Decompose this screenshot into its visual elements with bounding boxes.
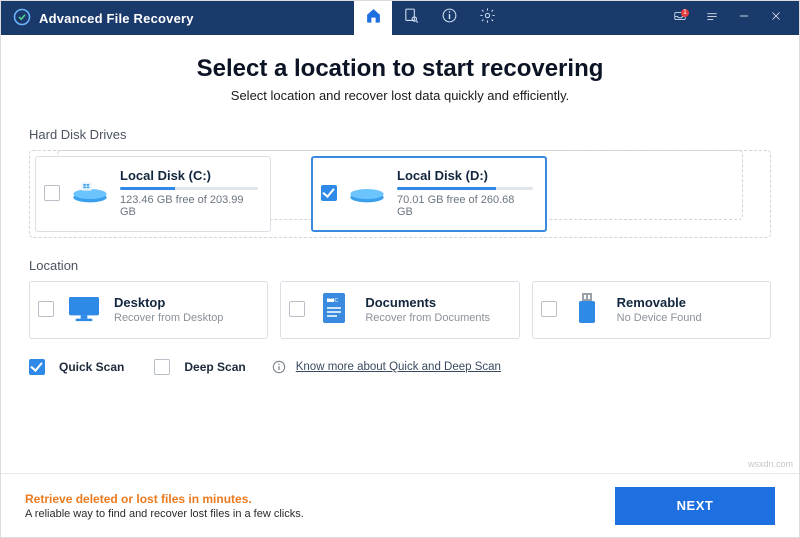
drive-checkbox-c[interactable] [44, 185, 60, 201]
location-card-desktop[interactable]: Desktop Recover from Desktop [29, 281, 268, 339]
gear-icon [479, 7, 496, 29]
location-card-removable[interactable]: Removable No Device Found [532, 281, 771, 339]
location-checkbox-documents[interactable] [289, 301, 305, 317]
tab-home[interactable] [354, 1, 392, 35]
location-checkbox-removable[interactable] [541, 301, 557, 317]
quick-scan-label: Quick Scan [59, 360, 124, 374]
hdd-icon [70, 179, 110, 207]
deep-scan-checkbox[interactable] [154, 359, 170, 375]
section-label-drives: Hard Disk Drives [29, 127, 771, 142]
footer-bar: Retrieve deleted or lost files in minute… [1, 473, 799, 537]
info-icon [441, 7, 458, 29]
promo-subtitle: A reliable way to find and recover lost … [25, 508, 304, 520]
notifications-button[interactable]: 1 [667, 1, 693, 35]
desktop-icon [64, 292, 104, 326]
app-logo-icon [13, 8, 31, 29]
deep-scan-label: Deep Scan [184, 360, 245, 374]
tab-about[interactable] [430, 1, 468, 35]
close-button[interactable] [763, 1, 789, 35]
location-sub: No Device Found [617, 312, 702, 324]
drive-name: Local Disk (D:) [397, 168, 533, 183]
promo-block: Retrieve deleted or lost files in minute… [25, 492, 304, 520]
drive-card-c[interactable]: Local Disk (C:) 123.46 GB free of 203.99… [35, 156, 271, 232]
drive-freespace: 123.46 GB free of 203.99 GB [120, 194, 258, 218]
tab-settings[interactable] [468, 1, 506, 35]
close-icon [769, 9, 783, 28]
hdd-icon [347, 179, 387, 207]
scan-options-row: Quick Scan Deep Scan Know more about Qui… [29, 359, 771, 375]
capacity-bar [120, 187, 258, 190]
svg-text:DOC: DOC [327, 298, 339, 304]
feedback-button[interactable] [699, 1, 725, 35]
drive-card-d[interactable]: Local Disk (D:) 70.01 GB free of 260.68 … [311, 156, 547, 232]
locations-row: Desktop Recover from Desktop DOC Documen… [29, 281, 771, 339]
title-bar: Advanced File Recovery 1 [1, 1, 799, 35]
page-subtitle: Select location and recover lost data qu… [29, 88, 771, 103]
scan-info-link[interactable]: Know more about Quick and Deep Scan [296, 361, 501, 373]
location-name: Removable [617, 295, 702, 310]
main-panel: Select a location to start recovering Se… [1, 35, 799, 375]
capacity-bar [397, 187, 533, 190]
quick-scan-checkbox[interactable] [29, 359, 45, 375]
drive-checkbox-d[interactable] [321, 185, 337, 201]
section-label-location: Location [29, 258, 771, 273]
titlebar-tabs [354, 1, 506, 35]
location-card-documents[interactable]: DOC Documents Recover from Documents [280, 281, 519, 339]
app-brand: Advanced File Recovery [1, 8, 194, 29]
location-sub: Recover from Desktop [114, 312, 223, 324]
minimize-icon [737, 9, 751, 28]
drive-name: Local Disk (C:) [120, 168, 258, 183]
minimize-button[interactable] [731, 1, 757, 35]
next-button[interactable]: NEXT [615, 487, 775, 525]
search-doc-icon [403, 7, 420, 29]
app-title: Advanced File Recovery [39, 11, 194, 26]
menu-lines-icon [705, 9, 719, 28]
drive-freespace: 70.01 GB free of 260.68 GB [397, 194, 533, 218]
tab-scan-results[interactable] [392, 1, 430, 35]
location-checkbox-desktop[interactable] [38, 301, 54, 317]
page-title: Select a location to start recovering [29, 55, 771, 83]
usb-icon [567, 292, 607, 326]
documents-icon: DOC [315, 292, 355, 326]
drives-row: Local Disk (C:) 123.46 GB free of 203.99… [29, 150, 771, 238]
location-sub: Recover from Documents [365, 312, 490, 324]
watermark: wsxdn.com [748, 459, 793, 469]
info-icon [272, 360, 286, 374]
location-name: Documents [365, 295, 490, 310]
location-name: Desktop [114, 295, 223, 310]
promo-title: Retrieve deleted or lost files in minute… [25, 492, 304, 506]
notification-badge: 1 [681, 9, 689, 17]
home-icon [365, 7, 382, 29]
